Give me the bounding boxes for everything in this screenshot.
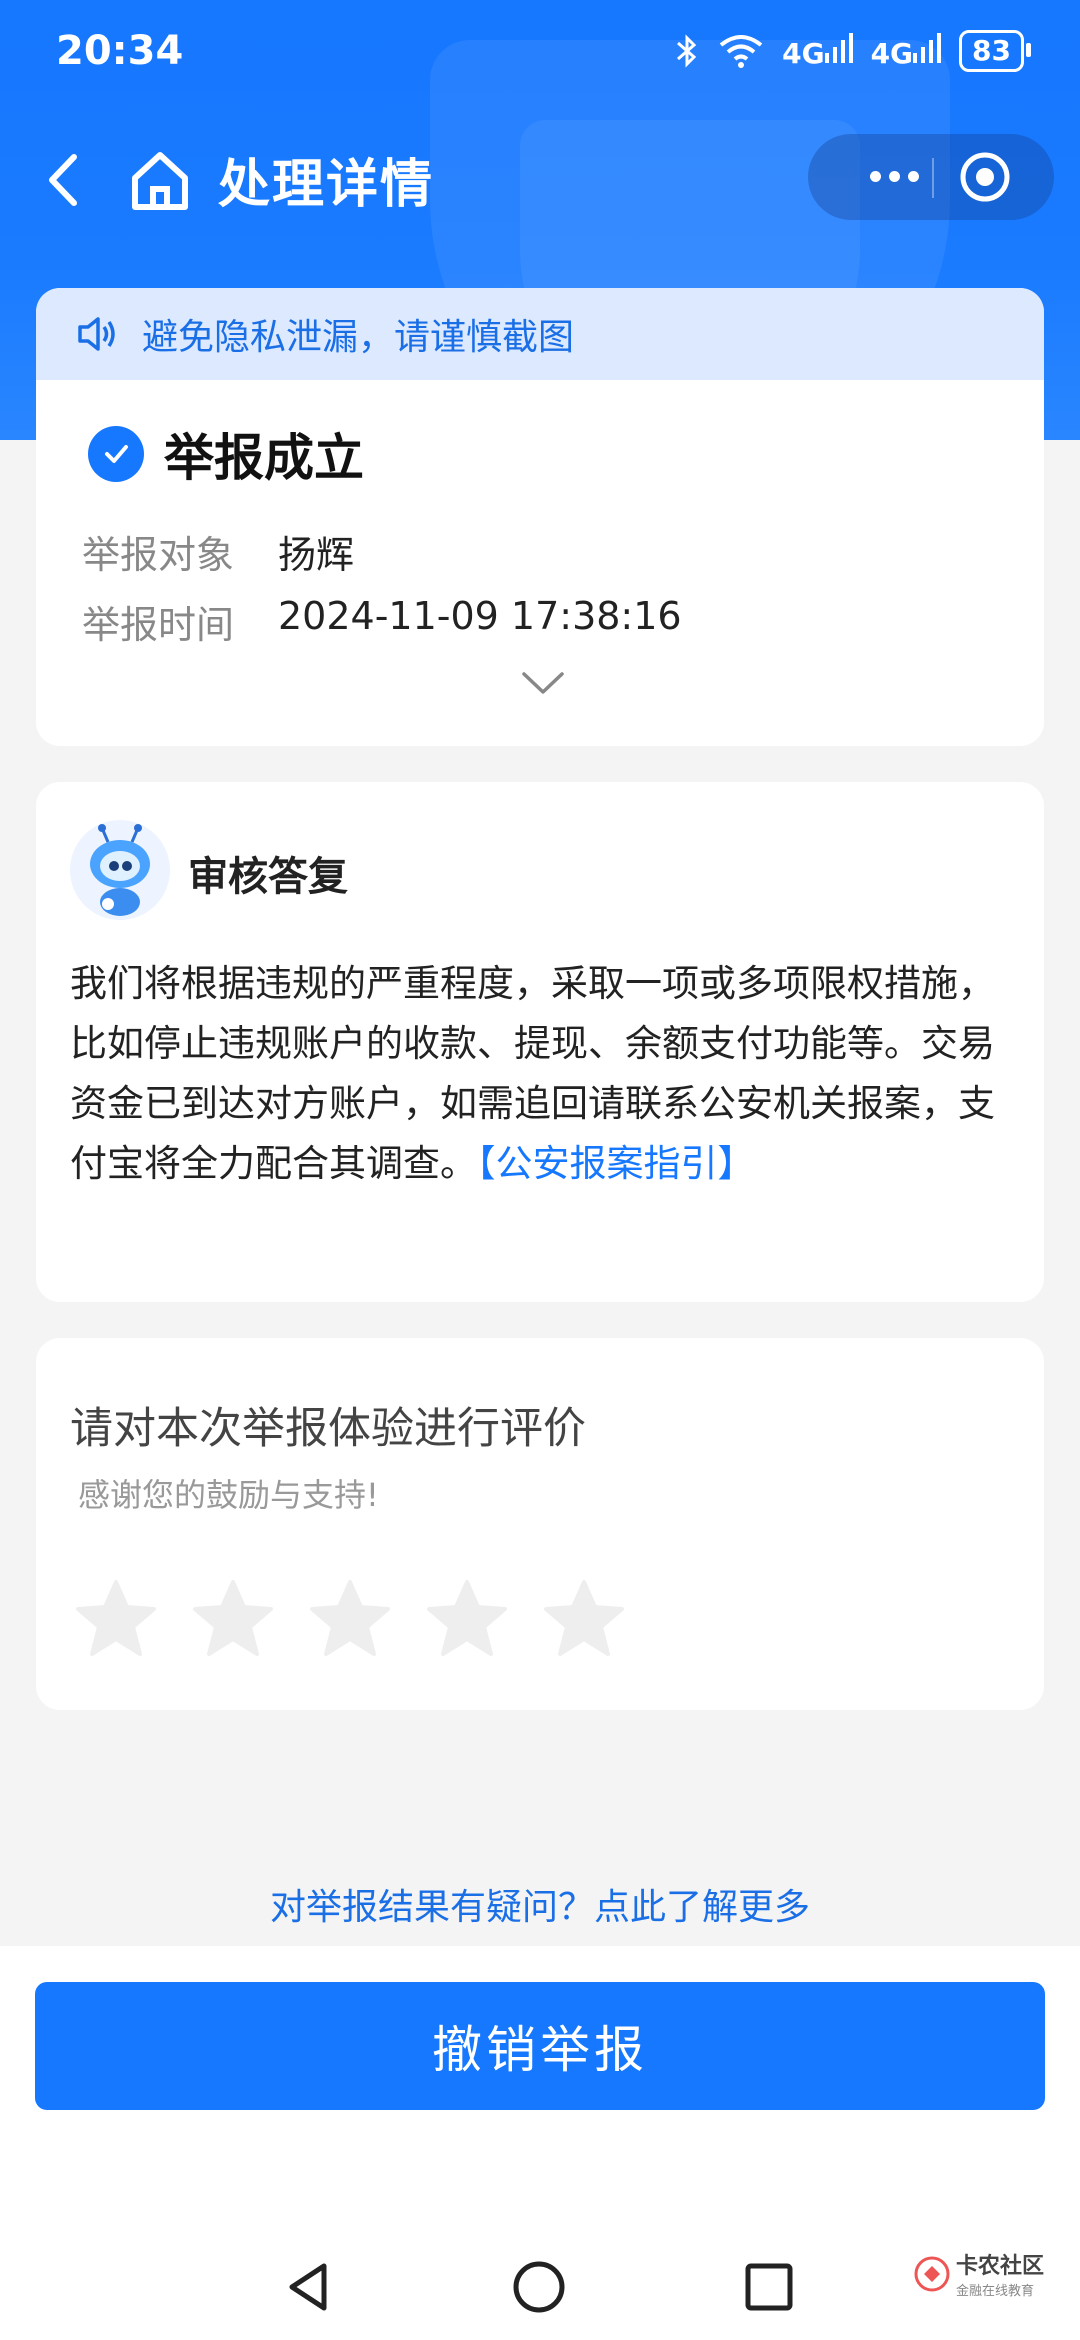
check-icon: [88, 426, 144, 482]
nav-recents-icon[interactable]: [734, 2252, 804, 2322]
signal-label-2: 4G: [870, 36, 914, 70]
signal-bars-icon: [913, 32, 942, 63]
star-icon[interactable]: [542, 1578, 626, 1662]
rating-title: 请对本次举报体验进行评价: [70, 1404, 586, 1454]
battery-indicator: 83: [959, 30, 1031, 72]
robot-avatar: [70, 820, 170, 920]
nav-bar: 处理详情: [0, 120, 1080, 240]
star-rating: [74, 1578, 626, 1662]
star-icon[interactable]: [191, 1578, 275, 1662]
kanong-logo-icon: [914, 2256, 950, 2291]
speaker-icon: [78, 317, 115, 351]
rating-subtitle: 感谢您的鼓励与支持!: [78, 1476, 379, 1514]
report-status-card: 避免隐私泄漏，请谨慎截图 举报成立 举报对象 扬辉 举报时间 2024-11-0…: [36, 288, 1044, 746]
signal-4g-1: 4G: [782, 32, 853, 70]
back-icon[interactable]: [30, 145, 100, 215]
watermark-sub: 金融在线教育: [955, 2284, 1034, 2299]
home-icon[interactable]: [125, 145, 195, 215]
star-icon[interactable]: [425, 1578, 509, 1662]
report-time-value: 2024-11-09 17:38:16: [278, 594, 682, 638]
doubt-link[interactable]: 对举报结果有疑问？点此了解更多: [0, 1878, 1080, 1930]
status-text: 举报成立: [164, 429, 364, 487]
rating-card: 请对本次举报体验进行评价 感谢您的鼓励与支持!: [36, 1338, 1044, 1710]
star-icon[interactable]: [74, 1578, 158, 1662]
more-icon[interactable]: [846, 156, 942, 196]
watermark: 卡农社区 金融在线教育: [914, 2248, 1044, 2299]
signal-4g-2: 4G: [870, 32, 942, 70]
report-target-label: 举报对象: [82, 533, 235, 577]
nav-home-icon[interactable]: [504, 2252, 574, 2322]
wifi-icon: [719, 35, 763, 68]
watermark-name: 卡农社区: [955, 2254, 1044, 2279]
report-time-row: 举报时间 2024-11-09 17:38:16: [82, 594, 682, 649]
status-time: 20:34: [56, 28, 184, 74]
signal-label-1: 4G: [782, 36, 825, 70]
reply-body: 我们将根据违规的严重程度，采取一项或多项限权措施，比如停止违规账户的收款、提现、…: [70, 954, 1020, 1194]
status-row: 举报成立: [88, 418, 364, 490]
notice-text: 避免隐私泄漏，请谨慎截图: [142, 317, 575, 358]
status-icons: 4G 4G 83: [674, 30, 1031, 72]
review-reply-card: 审核答复 我们将根据违规的严重程度，采取一项或多项限权措施，比如停止违规账户的收…: [36, 782, 1044, 1302]
revoke-report-button[interactable]: 撤销举报: [35, 1982, 1045, 2110]
reply-title: 审核答复: [188, 854, 348, 900]
capsule-divider: [932, 158, 934, 198]
nav-back-icon[interactable]: [274, 2252, 344, 2322]
report-time-label: 举报时间: [82, 603, 235, 647]
status-bar: 20:34 4G 4G 83: [0, 0, 1080, 110]
close-target-icon[interactable]: [958, 150, 1012, 204]
report-target-value: 扬辉: [278, 533, 355, 577]
page-title: 处理详情: [218, 155, 435, 215]
mini-program-capsule: [808, 134, 1054, 220]
chevron-down-icon[interactable]: [518, 668, 568, 698]
police-guide-link[interactable]: 【公安报案指引】: [477, 1142, 755, 1185]
star-icon[interactable]: [308, 1578, 392, 1662]
privacy-notice: 避免隐私泄漏，请谨慎截图: [36, 288, 1044, 380]
bluetooth-icon: [677, 34, 697, 68]
report-target-row: 举报对象 扬辉: [82, 524, 354, 579]
signal-bars-icon: [824, 32, 853, 63]
